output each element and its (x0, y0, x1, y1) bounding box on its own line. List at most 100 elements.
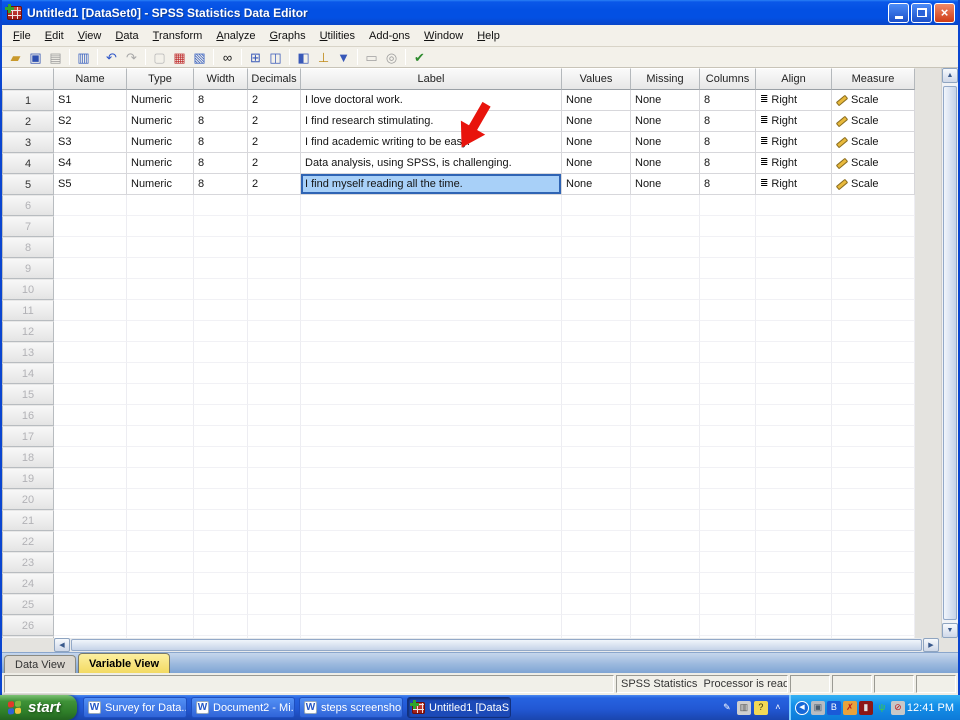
value-labels-icon[interactable]: ▭ (362, 48, 381, 66)
cell-type[interactable] (127, 531, 194, 552)
cell-columns[interactable]: 8 (700, 132, 756, 153)
column-header-name[interactable]: Name (54, 68, 127, 90)
display-settings-icon[interactable]: ✗ (843, 701, 857, 715)
cell-name[interactable]: S5 (54, 174, 127, 195)
cell-values[interactable] (562, 237, 631, 258)
cell-width[interactable] (194, 510, 248, 531)
cell-values[interactable] (562, 489, 631, 510)
cell-width[interactable] (194, 321, 248, 342)
cell-name[interactable]: S1 (54, 90, 127, 111)
cell-type[interactable] (127, 426, 194, 447)
cell-missing[interactable] (631, 384, 700, 405)
cell-label[interactable] (301, 426, 562, 447)
cell-name[interactable] (54, 594, 127, 615)
row-number[interactable]: 18 (2, 447, 54, 468)
cell-name[interactable] (54, 321, 127, 342)
cell-name[interactable] (54, 531, 127, 552)
cell-values[interactable] (562, 510, 631, 531)
cell-label[interactable] (301, 405, 562, 426)
cell-decimals[interactable] (248, 342, 301, 363)
cell-columns[interactable] (700, 363, 756, 384)
cell-columns[interactable]: 8 (700, 174, 756, 195)
cell-missing[interactable] (631, 468, 700, 489)
cell-decimals[interactable] (248, 300, 301, 321)
volume-muted-icon[interactable]: ⊘ (891, 701, 905, 715)
cell-align[interactable] (756, 216, 832, 237)
cell-align[interactable]: ≣Right (756, 90, 832, 111)
vertical-scroll-thumb[interactable] (943, 86, 957, 620)
cell-type[interactable]: Numeric (127, 132, 194, 153)
monitor-icon[interactable]: ▣ (811, 701, 825, 715)
cell-values[interactable] (562, 363, 631, 384)
cell-width[interactable] (194, 615, 248, 636)
cell-columns[interactable] (700, 636, 756, 638)
cell-values[interactable] (562, 552, 631, 573)
cell-width[interactable]: 8 (194, 174, 248, 195)
goto-chart-icon[interactable]: ▢ (150, 48, 169, 66)
cell-decimals[interactable] (248, 489, 301, 510)
cell-measure[interactable] (832, 636, 915, 638)
column-header-label[interactable]: Label (301, 68, 562, 90)
cell-decimals[interactable] (248, 573, 301, 594)
cell-type[interactable] (127, 573, 194, 594)
column-header-type[interactable]: Type (127, 68, 194, 90)
cell-measure[interactable] (832, 468, 915, 489)
cell-decimals[interactable] (248, 279, 301, 300)
cell-measure[interactable] (832, 363, 915, 384)
cell-missing[interactable] (631, 363, 700, 384)
cell-width[interactable] (194, 342, 248, 363)
cell-measure[interactable]: Scale (832, 132, 915, 153)
cell-align[interactable] (756, 573, 832, 594)
cell-columns[interactable] (700, 279, 756, 300)
cell-label[interactable] (301, 573, 562, 594)
cell-name[interactable] (54, 258, 127, 279)
cell-width[interactable] (194, 447, 248, 468)
restore-button[interactable] (911, 3, 932, 23)
column-header-decimals[interactable]: Decimals (248, 68, 301, 90)
cell-values[interactable]: None (562, 153, 631, 174)
cell-missing[interactable] (631, 531, 700, 552)
horizontal-scroll-thumb[interactable] (71, 639, 922, 651)
cell-name[interactable] (54, 615, 127, 636)
row-number[interactable]: 16 (2, 405, 54, 426)
tab-variable-view[interactable]: Variable View (78, 653, 170, 673)
cell-missing[interactable] (631, 300, 700, 321)
cell-decimals[interactable] (248, 636, 301, 638)
cell-columns[interactable] (700, 258, 756, 279)
row-number[interactable]: 6 (2, 195, 54, 216)
cell-align[interactable] (756, 594, 832, 615)
cell-values[interactable] (562, 468, 631, 489)
dialog-recall-icon[interactable]: ▥ (74, 48, 93, 66)
cell-type[interactable]: Numeric (127, 174, 194, 195)
cell-name[interactable] (54, 489, 127, 510)
redo-icon[interactable]: ↷ (122, 48, 141, 66)
close-button[interactable]: × (934, 3, 955, 23)
cell-columns[interactable] (700, 342, 756, 363)
cell-type[interactable]: Numeric (127, 153, 194, 174)
cell-label[interactable] (301, 258, 562, 279)
cell-label[interactable] (301, 615, 562, 636)
cell-decimals[interactable]: 2 (248, 111, 301, 132)
cell-name[interactable] (54, 279, 127, 300)
weight-cases-icon[interactable]: ⊥ (314, 48, 333, 66)
cell-decimals[interactable] (248, 426, 301, 447)
cell-missing[interactable] (631, 216, 700, 237)
cell-type[interactable] (127, 384, 194, 405)
cell-missing[interactable]: None (631, 90, 700, 111)
cell-measure[interactable] (832, 594, 915, 615)
cell-missing[interactable] (631, 279, 700, 300)
taskbar-clock[interactable]: 12:41 PM (907, 702, 954, 714)
cell-values[interactable] (562, 636, 631, 638)
row-number[interactable]: 5 (2, 174, 54, 195)
taskbar-button[interactable]: Untitled1 [DataS... (407, 697, 511, 718)
cell-missing[interactable] (631, 195, 700, 216)
cell-missing[interactable] (631, 237, 700, 258)
row-number[interactable]: 20 (2, 489, 54, 510)
cell-measure[interactable] (832, 237, 915, 258)
cell-columns[interactable]: 8 (700, 90, 756, 111)
cell-width[interactable] (194, 636, 248, 638)
cell-missing[interactable] (631, 342, 700, 363)
tools-icon[interactable]: ▥ (737, 701, 751, 715)
cell-type[interactable] (127, 258, 194, 279)
cell-align[interactable] (756, 237, 832, 258)
